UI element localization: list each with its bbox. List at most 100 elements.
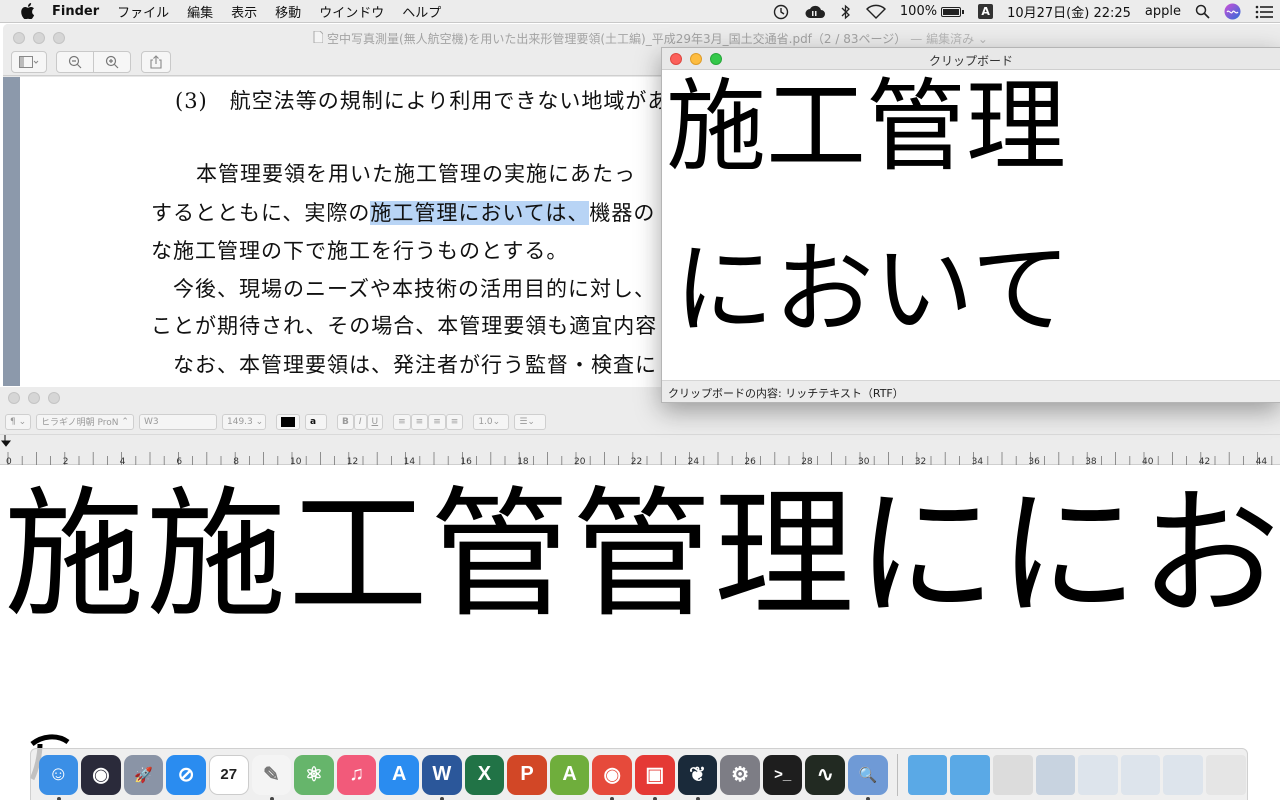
zoom-out-button[interactable] bbox=[56, 51, 94, 73]
notification-center-icon[interactable] bbox=[1255, 5, 1273, 19]
timemachine-icon[interactable] bbox=[772, 4, 790, 20]
parallels-icon[interactable]: ▣ bbox=[635, 754, 675, 800]
paragraph-style-popup[interactable]: ¶ ⌄ bbox=[5, 413, 31, 430]
launchpad-icon[interactable]: 🚀 bbox=[123, 754, 164, 795]
ruler-label: 6 bbox=[176, 457, 182, 465]
document-text[interactable]: 施施工管管理ににお bbox=[4, 476, 1280, 636]
pdf-line: なお、本管理要領は、発注者が行う監督・検査に bbox=[151, 353, 657, 377]
running-indicator bbox=[269, 796, 274, 800]
font-family-popup[interactable]: ヒラギノ明朝 ProN ⌃ bbox=[36, 413, 134, 430]
clipboard-titlebar[interactable]: クリップボード bbox=[662, 48, 1280, 70]
text-color-well[interactable] bbox=[276, 413, 300, 430]
ruler-label: 26 bbox=[744, 457, 756, 465]
kindle-icon[interactable]: ❦ bbox=[677, 754, 718, 800]
indent-marker[interactable] bbox=[0, 435, 12, 447]
zoom-button[interactable] bbox=[48, 392, 60, 404]
pdf-page[interactable]: (3) 航空法等の規制により利用できない地域があ 本管理要領を用いた施工管理の実… bbox=[20, 77, 700, 386]
system-preferences-icon[interactable]: ⚙ bbox=[720, 754, 760, 795]
window-controls bbox=[13, 32, 65, 44]
terminal-glyph: >_ bbox=[774, 766, 792, 783]
terminal-icon[interactable]: >_ bbox=[762, 754, 803, 795]
minimize-button[interactable] bbox=[33, 32, 45, 44]
apple-menu-icon[interactable] bbox=[20, 3, 36, 19]
user-menu[interactable]: apple bbox=[1145, 4, 1181, 19]
highlight-color-well[interactable]: a bbox=[305, 413, 327, 430]
ruler-scale: 0 2 4 6 8 10 12 14 16 18 20 22 24 26 28 30 32 34 36 38 40 42 4… bbox=[0, 435, 1273, 465]
excel-icon[interactable]: X bbox=[464, 754, 505, 795]
wifi-icon[interactable] bbox=[865, 4, 886, 20]
creative-cloud-icon[interactable] bbox=[804, 4, 826, 20]
clipboard-window: クリップボード 施工管理 において クリップボードの内容: リッチテキスト（RT… bbox=[661, 47, 1280, 403]
ruler-label: 14 bbox=[404, 457, 416, 465]
calendar-icon[interactable]: 27 bbox=[208, 754, 249, 795]
safari-icon[interactable]: ⊘ bbox=[166, 754, 206, 795]
edited-indicator[interactable]: — 編集済み ⌄ bbox=[910, 30, 988, 47]
powerpoint-icon[interactable]: P bbox=[507, 754, 547, 795]
android-studio-icon[interactable]: A bbox=[549, 754, 590, 795]
close-button[interactable] bbox=[13, 32, 25, 44]
running-indicator bbox=[866, 796, 871, 800]
share-button[interactable] bbox=[141, 51, 171, 73]
screenshot-stack-icon[interactable] bbox=[1035, 754, 1076, 795]
justify-button[interactable]: ≡ bbox=[445, 413, 464, 430]
window-stack-2-icon[interactable] bbox=[1120, 754, 1161, 795]
ruler-label: 28 bbox=[801, 457, 813, 465]
minimize-button[interactable] bbox=[28, 392, 40, 404]
word-icon[interactable]: W bbox=[422, 754, 462, 800]
zoom-button[interactable] bbox=[53, 32, 65, 44]
window-stack-3-icon[interactable] bbox=[1163, 754, 1203, 795]
input-method-icon[interactable]: A bbox=[978, 4, 994, 19]
bold-button[interactable]: B bbox=[337, 413, 354, 430]
clock[interactable]: 10月27日(金) 22:25 bbox=[1007, 2, 1131, 21]
document-stack-icon[interactable] bbox=[992, 754, 1033, 795]
menu-file[interactable]: ファイル bbox=[108, 2, 178, 21]
chrome-icon[interactable]: ◉ bbox=[592, 754, 633, 800]
applications-folder-icon[interactable] bbox=[907, 754, 948, 795]
line-spacing-popup[interactable]: 1.0 ⌄ bbox=[473, 413, 510, 430]
italic-button[interactable]: I bbox=[353, 413, 367, 430]
ruler[interactable]: 0 2 4 6 8 10 12 14 16 18 20 22 24 26 28 30 32 34 36 38 40 42 4… bbox=[0, 435, 1280, 465]
spotlight-icon[interactable] bbox=[1195, 4, 1210, 19]
safari-glyph: ⊘ bbox=[177, 764, 195, 786]
finder-icon[interactable]: ☺ bbox=[38, 754, 79, 800]
close-button[interactable] bbox=[8, 392, 20, 404]
activity-monitor-icon[interactable]: ∿ bbox=[805, 754, 846, 795]
align-center-button[interactable]: ≡ bbox=[410, 413, 429, 430]
atom-icon[interactable]: ⚛ bbox=[294, 754, 334, 795]
window-stack-1-icon[interactable] bbox=[1078, 754, 1118, 795]
trash-icon[interactable] bbox=[1205, 754, 1246, 795]
desktop-edge bbox=[3, 77, 20, 386]
menu-app-finder[interactable]: Finder bbox=[50, 4, 108, 19]
underline-button[interactable]: U bbox=[366, 413, 384, 430]
align-left-button[interactable]: ≡ bbox=[393, 413, 411, 430]
battery-icon[interactable]: 100% bbox=[900, 4, 965, 19]
list-style-popup[interactable]: ☰ ⌄ bbox=[514, 413, 547, 430]
menu-view[interactable]: 表示 bbox=[222, 2, 266, 21]
zoom-in-button[interactable] bbox=[93, 51, 131, 73]
word-glyph: W bbox=[432, 763, 452, 785]
textedit-glyph: ✎ bbox=[262, 764, 280, 786]
menu-edit[interactable]: 編集 bbox=[178, 2, 222, 21]
preview-icon[interactable]: 🔍 bbox=[848, 754, 888, 800]
align-right-button[interactable]: ≡ bbox=[428, 413, 446, 430]
font-weight-popup[interactable]: W3 bbox=[139, 413, 217, 430]
sidebar-toggle-button[interactable] bbox=[11, 51, 47, 73]
itunes-icon[interactable]: ♫ bbox=[336, 754, 377, 795]
siri-icon[interactable] bbox=[1224, 3, 1241, 20]
bluetooth-icon[interactable] bbox=[840, 4, 852, 20]
font-size-field[interactable]: 149.3 ⌄ bbox=[222, 413, 266, 430]
ruler-label: 18 bbox=[517, 457, 529, 465]
menu-go[interactable]: 移動 bbox=[266, 2, 310, 21]
kindle-glyph: ❦ bbox=[689, 764, 706, 786]
text-selection[interactable]: 施工管理においては、 bbox=[370, 201, 590, 225]
menu-window[interactable]: ウインドウ bbox=[310, 2, 393, 21]
siri-icon[interactable]: ◉ bbox=[81, 754, 121, 795]
ruler-label: 2 bbox=[63, 457, 69, 465]
textedit-icon[interactable]: ✎ bbox=[251, 754, 292, 800]
downloads-folder-icon[interactable] bbox=[950, 754, 990, 795]
ruler-label: 20 bbox=[574, 457, 586, 465]
menu-help[interactable]: ヘルプ bbox=[393, 2, 450, 21]
ruler-label: 34 bbox=[972, 457, 984, 465]
android-studio-glyph: A bbox=[562, 763, 577, 785]
app-store-icon[interactable]: A bbox=[379, 754, 419, 795]
